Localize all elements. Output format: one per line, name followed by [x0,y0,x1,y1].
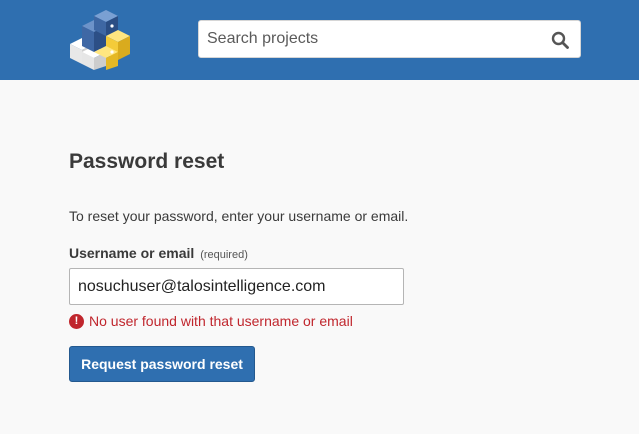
page-title: Password reset [69,150,225,173]
error-message: ! No user found with that username or em… [69,313,353,329]
username-label: Username or email (required) [69,245,248,261]
site-header [0,0,639,80]
request-password-reset-button[interactable]: Request password reset [69,346,255,382]
search-input[interactable] [199,21,529,57]
search-box [198,20,581,58]
required-note: (required) [200,249,248,261]
username-label-text: Username or email [69,245,195,261]
error-icon: ! [69,313,84,329]
username-or-email-field[interactable] [69,268,404,305]
search-icon[interactable] [548,28,572,52]
error-text: No user found with that username or emai… [89,313,353,329]
intro-text: To reset your password, enter your usern… [69,208,409,224]
pypi-logo-icon[interactable] [66,8,138,72]
